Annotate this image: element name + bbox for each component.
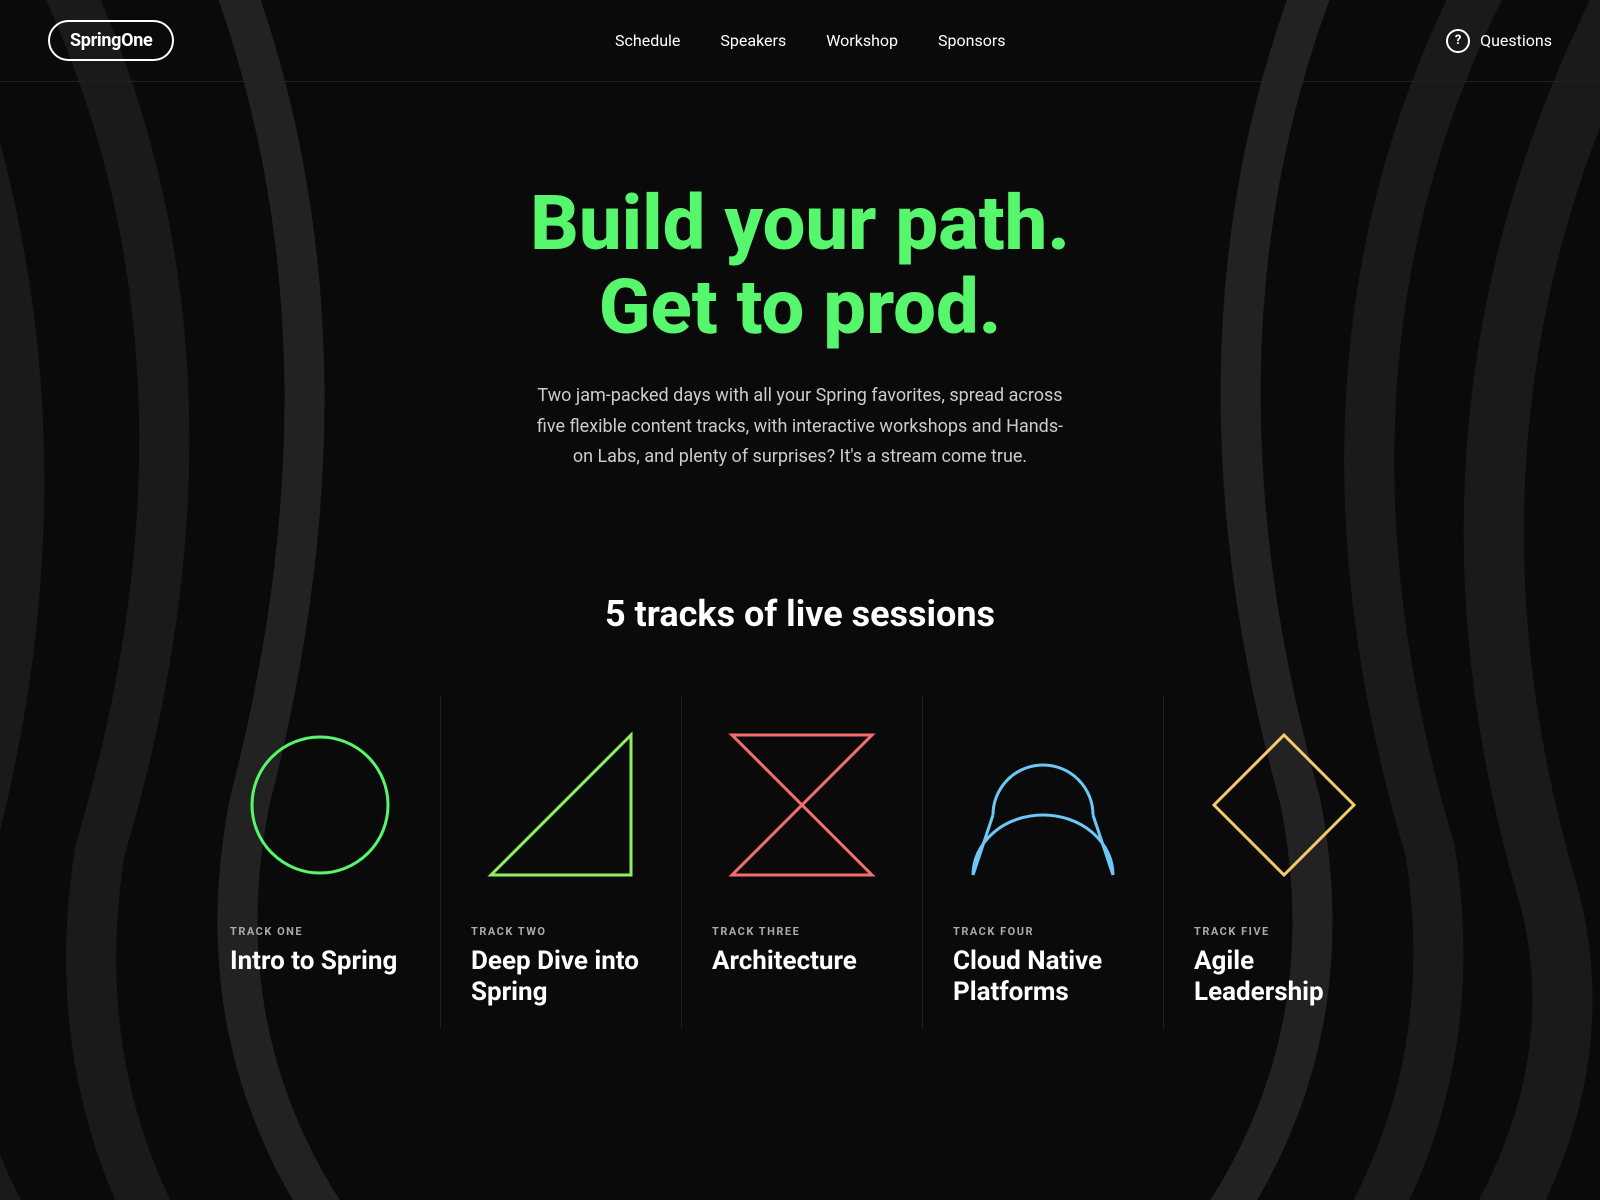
track-four-icon [953,715,1133,895]
track-two-icon [471,715,651,895]
tracks-grid: TRACK ONE Intro to Spring TRACK TWO Deep… [200,695,1400,1028]
hero-heading: Build your path. Get to prod. [40,182,1560,349]
hero-heading-line1: Build your path. [530,178,1070,268]
track-five-icon [1194,715,1374,895]
tracks-heading: 5 tracks of live sessions [40,593,1560,635]
track-two-number: TRACK TWO [471,925,546,938]
track-three-icon [712,715,892,895]
track-four: TRACK FOUR Cloud Native Platforms [922,695,1163,1028]
track-three: TRACK THREE Architecture [681,695,922,1028]
hero-section: Build your path. Get to prod. Two jam-pa… [0,82,1600,533]
track-two-name: Deep Dive into Spring [471,946,651,1008]
navbar: SpringOne Schedule Speakers Workshop Spo… [0,0,1600,82]
hero-subtext: Two jam-packed days with all your Spring… [530,381,1070,473]
track-one-icon [230,715,410,895]
track-four-name: Cloud Native Platforms [953,946,1133,1008]
track-five-name: Agile Leadership [1194,946,1374,1008]
nav-workshop[interactable]: Workshop [826,31,898,50]
nav-links: Schedule Speakers Workshop Sponsors [615,31,1006,50]
track-one: TRACK ONE Intro to Spring [200,695,440,1028]
track-three-name: Architecture [712,946,857,977]
logo-text: SpringOne [70,30,152,51]
track-one-number: TRACK ONE [230,925,303,938]
tracks-section: 5 tracks of live sessions TRACK ONE Intr… [0,533,1600,1108]
track-three-number: TRACK THREE [712,925,800,938]
logo[interactable]: SpringOne [48,20,174,61]
track-four-number: TRACK FOUR [953,925,1034,938]
track-one-name: Intro to Spring [230,946,397,977]
nav-questions[interactable]: ? Questions [1446,29,1552,53]
hero-heading-line2: Get to prod. [599,262,1002,352]
nav-speakers[interactable]: Speakers [720,31,786,50]
track-five-number: TRACK FIVE [1194,925,1270,938]
track-five: TRACK FIVE Agile Leadership [1163,695,1404,1028]
nav-schedule[interactable]: Schedule [615,31,680,50]
nav-sponsors[interactable]: Sponsors [938,31,1006,50]
track-two: TRACK TWO Deep Dive into Spring [440,695,681,1028]
questions-label: Questions [1480,31,1552,50]
question-icon: ? [1446,29,1470,53]
